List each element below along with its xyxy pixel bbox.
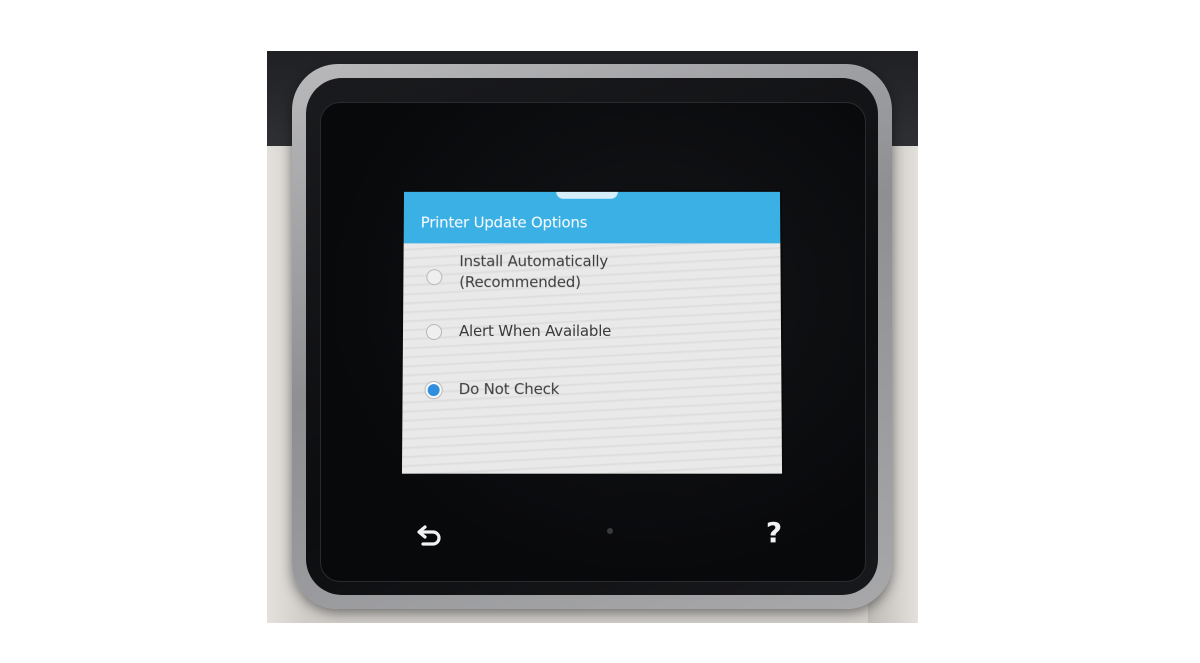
control-panel-glass: Printer Update Options Install Automatic…	[320, 102, 866, 582]
back-arrow-icon	[417, 525, 441, 546]
option-label-line2: (Recommended)	[459, 273, 581, 292]
option-do-not-check[interactable]: Do Not Check	[402, 375, 781, 405]
control-panel-bezel: Printer Update Options Install Automatic…	[292, 64, 892, 609]
options-list: Install Automatically (Recommended) Aler…	[401, 243, 783, 474]
help-icon: ?	[765, 516, 783, 549]
radio-button[interactable]	[426, 269, 443, 286]
screen-header: Printer Update Options	[403, 191, 781, 244]
touch-screen: Printer Update Options Install Automatic…	[401, 191, 783, 474]
back-button[interactable]	[411, 515, 451, 555]
option-install-automatically[interactable]: Install Automatically (Recommended)	[403, 251, 781, 301]
option-label-line1: Install Automatically	[459, 252, 609, 271]
help-button[interactable]: ?	[759, 513, 789, 553]
option-label: Do Not Check	[458, 380, 560, 399]
home-indicator	[607, 528, 613, 534]
printer-photo: Printer Update Options Install Automatic…	[267, 51, 918, 623]
option-label: Install Automatically (Recommended)	[459, 251, 608, 293]
radio-button[interactable]	[425, 324, 443, 340]
control-panel-frame: Printer Update Options Install Automatic…	[306, 78, 878, 595]
screen-title: Printer Update Options	[420, 213, 588, 232]
pull-down-tab[interactable]	[556, 191, 618, 199]
radio-button-selected[interactable]	[425, 382, 442, 399]
option-label: Alert When Available	[458, 322, 612, 340]
option-alert-when-available[interactable]: Alert When Available	[403, 317, 781, 347]
